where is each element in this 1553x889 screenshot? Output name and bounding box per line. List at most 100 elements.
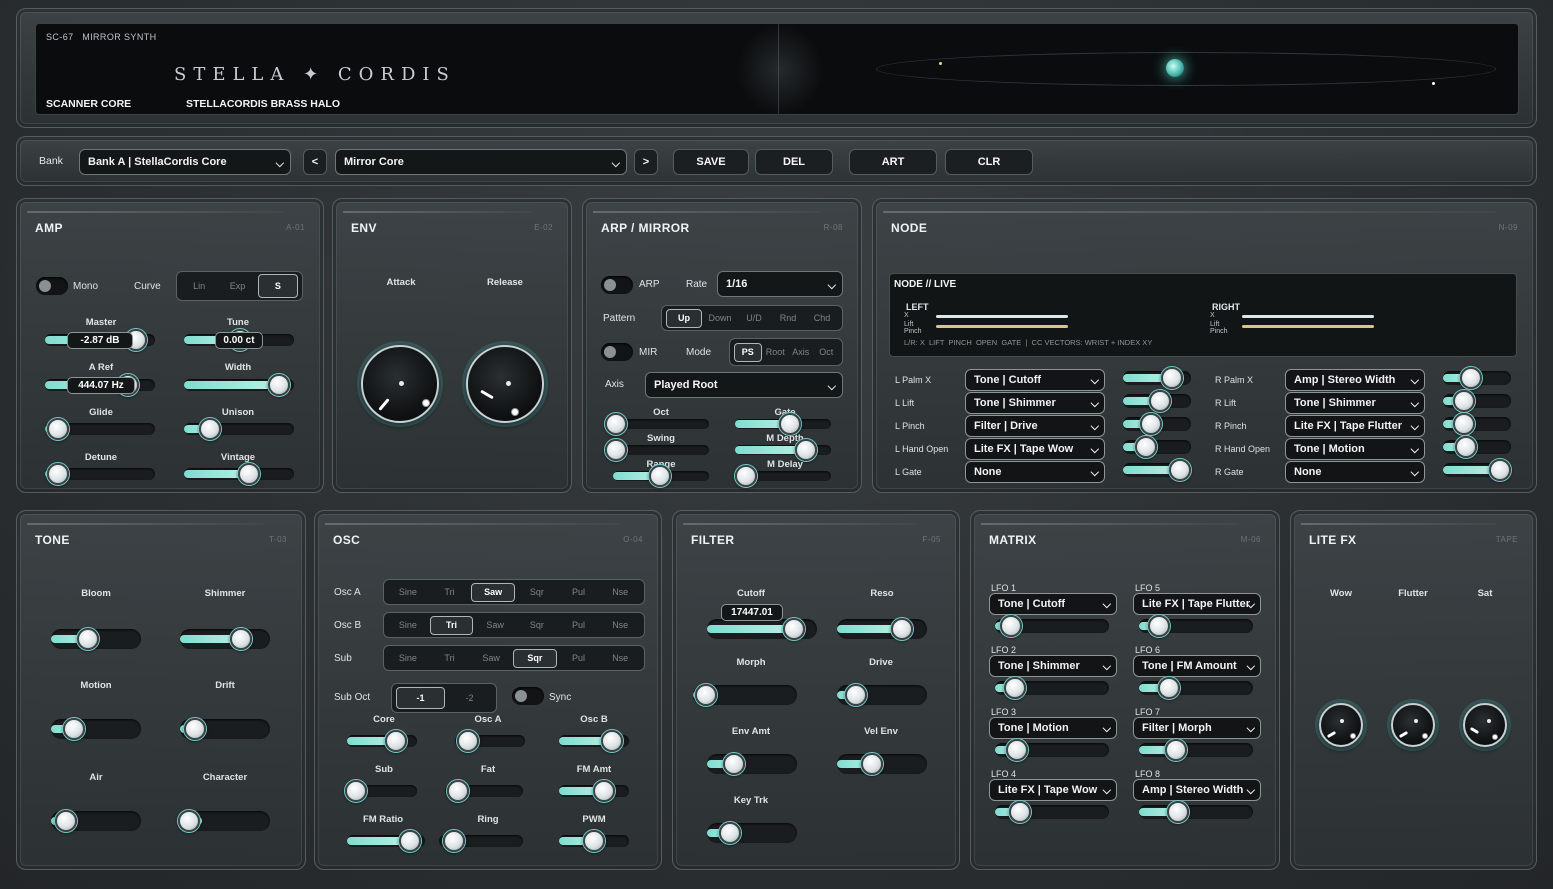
node-left-amount-slider[interactable] (1123, 436, 1191, 458)
lfo-depth-slider-thumb[interactable] (1148, 615, 1170, 637)
sub-oct-minus1[interactable]: -1 (396, 687, 445, 709)
swing-slider[interactable] (605, 439, 709, 461)
pattern-down[interactable]: Down (703, 313, 737, 323)
node-left-target-select[interactable]: None ⌵ (965, 461, 1105, 483)
node-left-amount-slider-thumb[interactable] (1161, 367, 1183, 389)
curve-segment[interactable]: Lin Exp S (176, 271, 303, 301)
node-left-amount-slider-thumb[interactable] (1140, 413, 1162, 435)
rate-select[interactable]: 1/16 ⌵ (717, 271, 843, 297)
lfo-depth-slider[interactable] (995, 677, 1109, 699)
pattern-segment[interactable]: Up Down U/D Rnd Chd (661, 305, 843, 331)
lfo-target-select[interactable]: Amp | Stereo Width ⌵ (1133, 779, 1261, 801)
mdelay-slider[interactable] (735, 465, 831, 487)
sub-wave-pul[interactable]: Pul (558, 653, 600, 663)
oct-slider[interactable] (605, 413, 709, 435)
curve-lin[interactable]: Lin (180, 281, 218, 291)
node-left-amount-slider[interactable] (1123, 367, 1191, 389)
node-right-target-select[interactable]: Amp | Stereo Width ⌵ (1285, 369, 1425, 391)
save-button[interactable]: SAVE (673, 149, 749, 175)
node-right-amount-slider[interactable] (1443, 459, 1511, 481)
sub-oct-minus2[interactable]: -2 (446, 693, 493, 703)
node-left-target-select[interactable]: Tone | Shimmer ⌵ (965, 392, 1105, 414)
osc-b-wave-sqr[interactable]: Sqr (516, 620, 558, 630)
lfo-depth-slider[interactable] (1139, 739, 1253, 761)
node-right-amount-slider-thumb[interactable] (1460, 367, 1482, 389)
shimmer-slider[interactable] (180, 628, 270, 650)
core-slider[interactable] (347, 730, 417, 752)
node-right-amount-slider[interactable] (1443, 436, 1511, 458)
gate-slider[interactable] (735, 413, 831, 435)
attack-knob[interactable] (361, 345, 439, 423)
lfo-target-select[interactable]: Tone | FM Amount ⌵ (1133, 655, 1261, 677)
prev-preset-button[interactable]: < (303, 149, 327, 175)
bloom-slider[interactable] (51, 628, 141, 650)
osc-a-wave-nse[interactable]: Nse (599, 587, 641, 597)
sync-toggle[interactable] (512, 687, 544, 705)
env-amt-slider[interactable] (707, 753, 797, 775)
mode-axis[interactable]: Axis (788, 347, 814, 357)
width-slider[interactable] (184, 374, 294, 396)
osc-b-wave-segment[interactable]: Sine Tri Saw Sqr Pul Nse (383, 612, 645, 638)
mir-toggle[interactable] (601, 343, 633, 361)
osc-b-wave-sine[interactable]: Sine (387, 620, 429, 630)
node-left-target-select[interactable]: Lite FX | Tape Wow ⌵ (965, 438, 1105, 460)
lfo-depth-slider-thumb[interactable] (1006, 739, 1028, 761)
lfo-target-select[interactable]: Tone | Cutoff ⌵ (989, 593, 1117, 615)
curve-exp[interactable]: Exp (218, 281, 256, 291)
pattern-ud[interactable]: U/D (737, 313, 771, 323)
cutoff-slider[interactable] (707, 618, 817, 640)
node-right-amount-slider[interactable] (1443, 413, 1511, 435)
sub-wave-sqr[interactable]: Sqr (513, 648, 557, 668)
air-slider[interactable] (51, 810, 141, 832)
vintage-slider[interactable] (184, 463, 294, 485)
delete-button[interactable]: DEL (755, 149, 833, 175)
sub-wave-tri[interactable]: Tri (429, 653, 471, 663)
pattern-up[interactable]: Up (666, 308, 702, 328)
osc-a-level-slider[interactable] (455, 730, 525, 752)
lfo-target-select[interactable]: Lite FX | Tape Flutter ⌵ (1133, 593, 1261, 615)
osc-b-wave-nse[interactable]: Nse (599, 620, 641, 630)
fm-ratio-slider[interactable] (347, 830, 425, 852)
osc-a-wave-pul[interactable]: Pul (558, 587, 600, 597)
pattern-rnd[interactable]: Rnd (771, 313, 805, 323)
node-left-target-select[interactable]: Tone | Cutoff ⌵ (965, 369, 1105, 391)
lfo-depth-slider[interactable] (1139, 801, 1253, 823)
pattern-chd[interactable]: Chd (805, 313, 839, 323)
curve-s[interactable]: S (257, 274, 298, 298)
lfo-depth-slider[interactable] (995, 801, 1109, 823)
mode-segment[interactable]: PS Root Axis Oct (729, 338, 843, 366)
motion-slider[interactable] (51, 718, 141, 740)
node-right-amount-slider[interactable] (1443, 390, 1511, 412)
node-right-target-select[interactable]: Tone | Shimmer ⌵ (1285, 392, 1425, 414)
art-button[interactable]: ART (849, 149, 937, 175)
axis-select[interactable]: Played Root ⌵ (645, 372, 843, 398)
morph-slider[interactable] (693, 684, 797, 706)
lfo-depth-slider-thumb[interactable] (1167, 801, 1189, 823)
lfo-target-select[interactable]: Lite FX | Tape Wow ⌵ (989, 779, 1117, 801)
osc-a-wave-saw[interactable]: Saw (471, 582, 516, 602)
osc-b-wave-pul[interactable]: Pul (558, 620, 600, 630)
character-slider[interactable] (178, 810, 270, 832)
fat-slider[interactable] (445, 780, 523, 802)
unison-slider[interactable] (184, 418, 294, 440)
osc-b-level-slider[interactable] (559, 730, 629, 752)
lfo-depth-slider-thumb[interactable] (1158, 677, 1180, 699)
mode-ps[interactable]: PS (734, 342, 762, 362)
node-left-amount-slider-thumb[interactable] (1135, 436, 1157, 458)
osc-a-wave-segment[interactable]: Sine Tri Saw Sqr Pul Nse (383, 579, 645, 605)
osc-b-wave-saw[interactable]: Saw (474, 620, 516, 630)
node-left-target-select[interactable]: Filter | Drive ⌵ (965, 415, 1105, 437)
next-preset-button[interactable]: > (634, 149, 658, 175)
ring-slider[interactable] (439, 830, 523, 852)
lfo-depth-slider-thumb[interactable] (1000, 615, 1022, 637)
node-right-amount-slider-thumb[interactable] (1455, 436, 1477, 458)
lfo-target-select[interactable]: Filter | Morph ⌵ (1133, 717, 1261, 739)
preset-select[interactable]: Mirror Core ⌵ (335, 149, 627, 175)
lfo-depth-slider-thumb[interactable] (1009, 801, 1031, 823)
sub-wave-sine[interactable]: Sine (387, 653, 429, 663)
node-left-amount-slider[interactable] (1123, 459, 1191, 481)
lfo-depth-slider[interactable] (1139, 677, 1253, 699)
osc-b-wave-tri[interactable]: Tri (429, 615, 474, 635)
lfo-target-select[interactable]: Tone | Shimmer ⌵ (989, 655, 1117, 677)
lfo-depth-slider-thumb[interactable] (1004, 677, 1026, 699)
